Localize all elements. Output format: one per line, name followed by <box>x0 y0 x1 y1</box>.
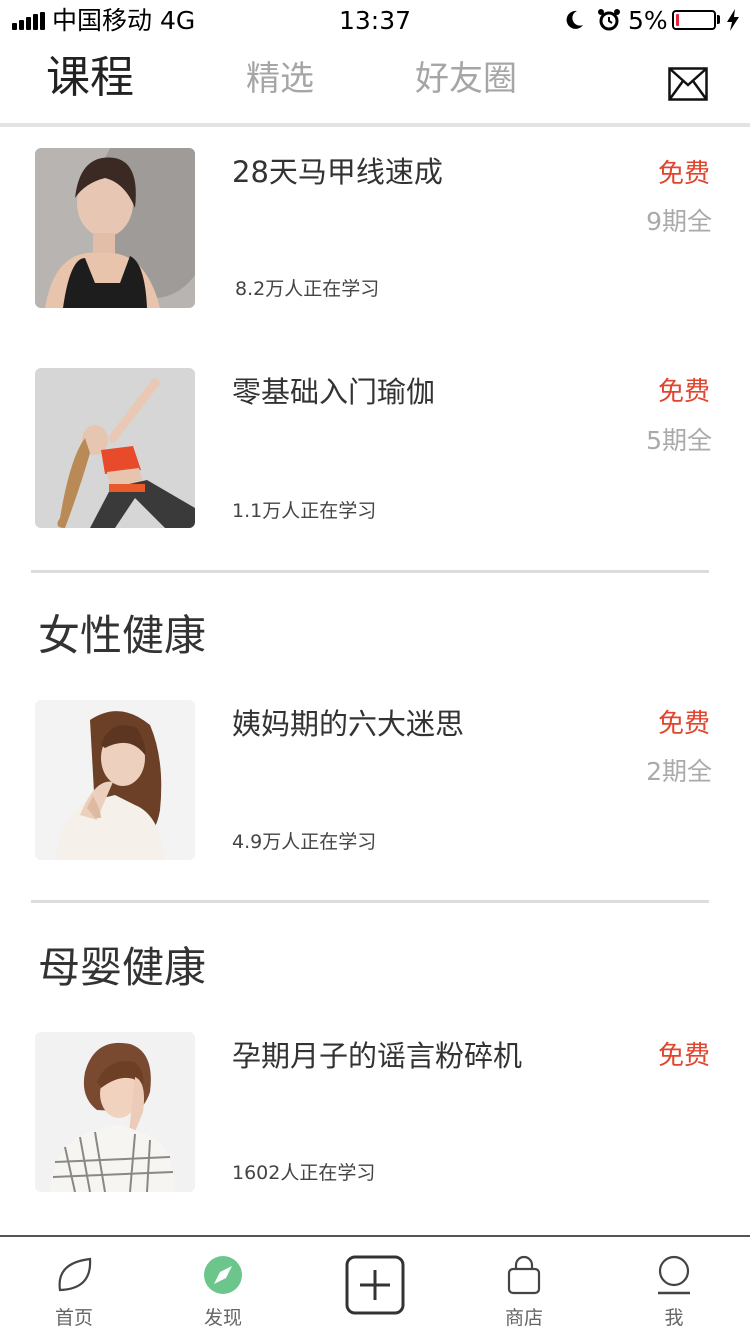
episodes-label: 9期全 <box>646 207 712 236</box>
alarm-icon <box>598 9 620 31</box>
section-divider <box>31 570 709 573</box>
tab-friends[interactable]: 好友圈 <box>415 56 517 102</box>
user-icon <box>658 1255 690 1295</box>
tab-featured[interactable]: 精选 <box>246 56 314 102</box>
nav-home[interactable]: 首页 <box>14 1237 134 1334</box>
price-label: 免费 <box>657 1041 710 1071</box>
course-thumbnail[interactable] <box>35 148 195 308</box>
nav-shop[interactable]: 商店 <box>464 1237 584 1334</box>
learners-count: 1.1万人正在学习 <box>232 500 377 522</box>
course-thumbnail[interactable] <box>35 700 195 860</box>
charging-icon <box>727 9 739 31</box>
envelope-icon[interactable] <box>668 67 708 101</box>
course-title[interactable]: 孕期月子的谣言粉碎机 <box>232 1036 522 1076</box>
nav-me[interactable]: 我 <box>614 1237 734 1334</box>
course-thumbnail[interactable] <box>35 368 195 528</box>
section-title-maternal-health: 母婴健康 <box>38 943 207 992</box>
nav-label: 发现 <box>203 1307 242 1329</box>
learners-count: 4.9万人正在学习 <box>232 831 377 853</box>
status-bar: 中国移动 4G 13:37 5% <box>0 0 750 42</box>
nav-add[interactable] <box>315 1237 435 1334</box>
learners-count: 8.2万人正在学习 <box>235 278 380 300</box>
nav-label: 我 <box>664 1307 684 1329</box>
learners-count: 1602人正在学习 <box>232 1162 376 1184</box>
course-title[interactable]: 姨妈期的六大迷思 <box>232 704 464 744</box>
course-title[interactable]: 28天马甲线速成 <box>232 152 443 192</box>
battery-icon <box>672 10 716 30</box>
price-label: 免费 <box>657 709 710 739</box>
price-label: 免费 <box>657 377 710 407</box>
nav-discover[interactable]: 发现 <box>163 1237 283 1334</box>
bag-icon <box>507 1255 541 1295</box>
plus-square-icon <box>345 1255 405 1315</box>
tab-courses[interactable]: 课程 <box>46 52 134 104</box>
battery-tip <box>717 15 720 24</box>
episodes-label: 5期全 <box>646 426 712 455</box>
battery-percent: 5% <box>628 6 668 35</box>
compass-icon <box>204 1256 242 1294</box>
nav-label: 首页 <box>54 1307 93 1329</box>
leaf-icon <box>58 1257 92 1292</box>
header-divider <box>0 123 750 127</box>
moon-icon <box>566 10 583 29</box>
nav-label: 商店 <box>504 1307 543 1329</box>
course-thumbnail[interactable] <box>35 1032 195 1192</box>
course-title[interactable]: 零基础入门瑜伽 <box>232 372 435 412</box>
episodes-label: 2期全 <box>646 757 712 786</box>
section-divider <box>31 900 709 903</box>
section-title-womens-health: 女性健康 <box>38 611 207 660</box>
price-label: 免费 <box>657 159 710 189</box>
